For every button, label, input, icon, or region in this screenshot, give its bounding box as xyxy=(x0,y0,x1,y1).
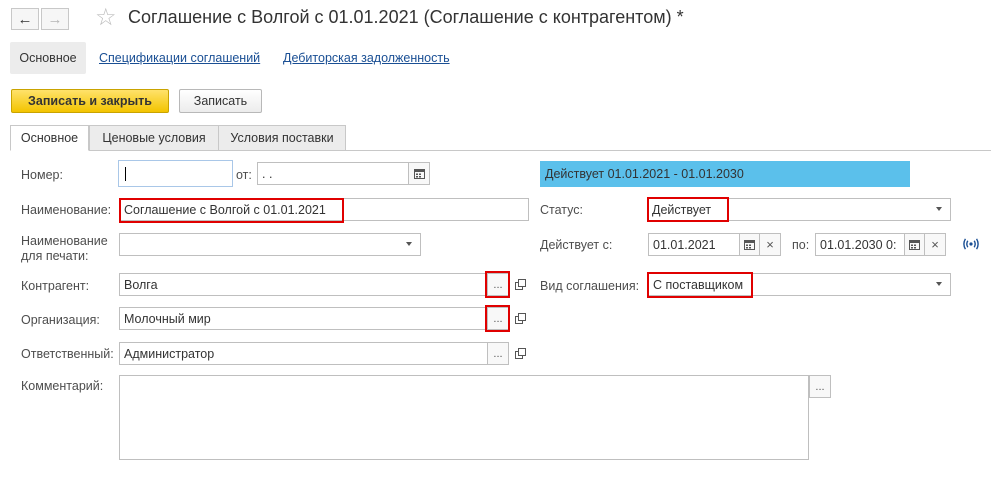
ellipsis-icon: ... xyxy=(493,278,503,291)
number-input[interactable] xyxy=(118,160,233,187)
signal-icon xyxy=(963,238,979,250)
nav-link-specifications[interactable]: Спецификации соглашений xyxy=(99,51,260,65)
counterparty-open-button[interactable] xyxy=(510,274,530,294)
valid-from-calendar-button[interactable] xyxy=(739,233,760,256)
responsible-open-button[interactable] xyxy=(510,343,530,363)
valid-to-label: по: xyxy=(792,238,810,252)
calendar-icon xyxy=(413,169,425,179)
print-name-dropdown-button[interactable] xyxy=(399,234,419,254)
status-banner: Действует 01.01.2021 - 01.01.2030 xyxy=(540,161,910,187)
forward-button[interactable]: → xyxy=(41,8,69,30)
favorite-star-icon[interactable]: ☆ xyxy=(95,4,117,32)
page-title: Соглашение с Волгой с 01.01.2021 (Соглаш… xyxy=(128,7,684,27)
chevron-down-icon xyxy=(936,207,942,211)
organization-open-button[interactable] xyxy=(510,308,530,328)
ellipsis-icon: ... xyxy=(493,347,503,360)
organization-value: Молочный мир xyxy=(124,311,211,326)
name-value: Соглашение с Волгой с 01.01.2021 xyxy=(124,202,326,217)
agreement-type-dropdown-button[interactable] xyxy=(929,274,949,294)
valid-from-input[interactable]: 01.01.2021 xyxy=(648,233,740,256)
responsible-input[interactable]: Администратор xyxy=(119,342,509,365)
close-icon: × xyxy=(931,237,939,252)
responsible-label: Ответственный: xyxy=(21,347,114,361)
document-date-calendar-button[interactable] xyxy=(408,162,430,185)
open-window-icon xyxy=(514,278,526,290)
name-label: Наименование: xyxy=(21,203,112,217)
text-cursor xyxy=(125,166,126,181)
valid-to-calendar-button[interactable] xyxy=(904,233,925,256)
valid-from-value: 01.01.2021 xyxy=(653,237,716,252)
responsible-select-button[interactable]: ... xyxy=(487,342,509,365)
tab-price-conditions[interactable]: Ценовые условия xyxy=(89,125,219,151)
valid-from-clear-button[interactable]: × xyxy=(759,233,781,256)
status-dropdown-button[interactable] xyxy=(929,199,949,219)
responsible-value: Администратор xyxy=(124,346,215,361)
chevron-down-icon xyxy=(936,282,942,286)
back-button[interactable]: ← xyxy=(11,8,39,30)
print-name-label-line1: Наименование xyxy=(21,234,108,248)
save-button[interactable]: Записать xyxy=(179,89,262,113)
counterparty-value: Волга xyxy=(124,277,158,292)
agreement-type-value: С поставщиком xyxy=(653,277,744,292)
open-window-icon xyxy=(514,312,526,324)
print-name-label-line2: для печати: xyxy=(21,249,89,263)
tab-delivery-conditions[interactable]: Условия поставки xyxy=(218,125,346,151)
save-and-close-button[interactable]: Записать и закрыть xyxy=(11,89,169,113)
number-label: Номер: xyxy=(21,168,63,182)
chevron-down-icon xyxy=(406,242,412,246)
status-label: Статус: xyxy=(540,203,583,217)
calendar-icon xyxy=(909,240,920,250)
print-name-input[interactable] xyxy=(119,233,421,256)
arrow-left-icon: ← xyxy=(17,10,33,28)
ellipsis-icon: ... xyxy=(493,312,503,325)
organization-input[interactable]: Молочный мир xyxy=(119,307,509,330)
close-icon: × xyxy=(766,237,774,252)
date-from-label: от: xyxy=(236,168,252,182)
comment-label: Комментарий: xyxy=(21,379,104,393)
counterparty-select-button[interactable]: ... xyxy=(487,273,509,296)
valid-from-label: Действует с: xyxy=(540,238,613,252)
name-input[interactable]: Соглашение с Волгой с 01.01.2021 xyxy=(119,198,529,221)
comment-textarea[interactable] xyxy=(119,375,809,460)
comment-edit-button[interactable]: ... xyxy=(809,375,831,398)
agreement-type-label: Вид соглашения: xyxy=(540,279,640,293)
tab-main[interactable]: Основное xyxy=(10,125,89,151)
open-window-icon xyxy=(514,347,526,359)
broadcast-icon[interactable] xyxy=(962,237,980,251)
counterparty-label: Контрагент: xyxy=(21,279,90,293)
organization-select-button[interactable]: ... xyxy=(487,307,509,330)
calendar-icon xyxy=(744,240,755,250)
status-select[interactable]: Действует xyxy=(647,198,951,221)
arrow-right-icon: → xyxy=(47,10,63,28)
valid-to-input[interactable]: 01.01.2030 0: xyxy=(815,233,905,256)
nav-link-receivables[interactable]: Дебиторская задолженность xyxy=(283,51,450,65)
valid-to-value: 01.01.2030 0: xyxy=(820,237,897,252)
counterparty-input[interactable]: Волга xyxy=(119,273,509,296)
organization-label: Организация: xyxy=(21,313,100,327)
valid-to-clear-button[interactable]: × xyxy=(924,233,946,256)
document-date-input[interactable]: . . xyxy=(257,162,409,185)
status-value: Действует xyxy=(652,202,712,217)
ellipsis-icon: ... xyxy=(815,380,825,393)
nav-main[interactable]: Основное xyxy=(10,42,86,74)
document-date-value: . . xyxy=(262,166,273,181)
agreement-type-select[interactable]: С поставщиком xyxy=(648,273,951,296)
